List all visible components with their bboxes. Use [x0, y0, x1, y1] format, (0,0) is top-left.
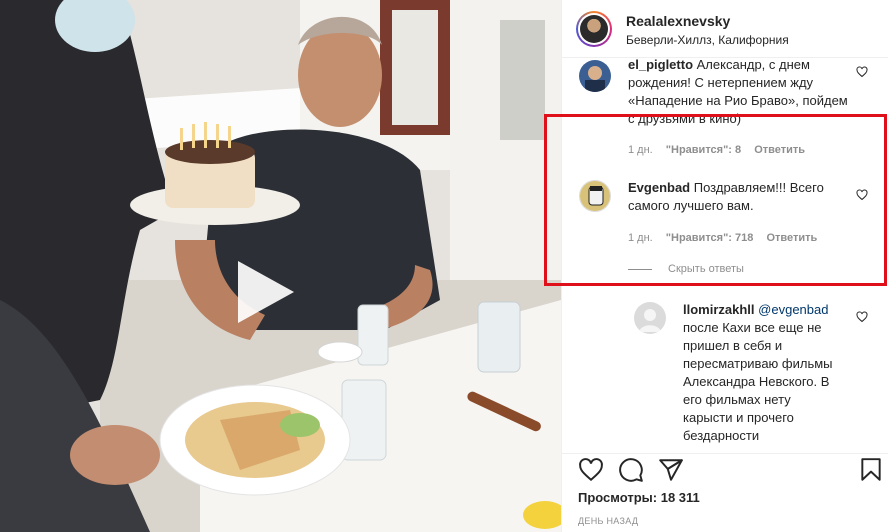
comments-list[interactable]: el_pigletto Александр, с днем рождения! … [562, 58, 888, 453]
heart-icon[interactable] [578, 457, 604, 483]
comment-icon[interactable] [618, 457, 644, 483]
post-header: Realalexnevsky Беверли-Хиллз, Калифорния [562, 0, 888, 58]
profile-username[interactable]: Realalexnevsky [626, 13, 730, 29]
comment-avatar[interactable] [634, 302, 666, 334]
comment-time: 1 дн. [628, 232, 653, 244]
share-icon[interactable] [658, 457, 684, 483]
post-video[interactable] [0, 0, 561, 532]
comment-likes[interactable]: "Нравится": 718 [666, 232, 754, 244]
comment-meta: 1 дн. "Нравится": 718 Ответить [628, 232, 827, 244]
hide-replies-button[interactable]: Скрыть ответы [628, 263, 744, 275]
comment-username[interactable]: Evgenbad [628, 180, 690, 195]
comment-text: Evgenbad Поздравляем!!! Всего самого луч… [628, 179, 850, 215]
post-timestamp[interactable]: ДЕНЬ НАЗАД [578, 516, 638, 526]
comment-body: после Кахи все еще не пришел в себя и пе… [683, 320, 833, 443]
post-side-panel: Realalexnevsky Беверли-Хиллз, Калифорния… [561, 0, 888, 532]
comment-meta: 1 дн. "Нравится": 8 Ответить [628, 144, 815, 156]
post-location[interactable]: Беверли-Хиллз, Калифорния [626, 33, 789, 47]
comment-text: el_pigletto Александр, с днем рождения! … [628, 58, 853, 128]
comment-username[interactable]: el_pigletto [628, 58, 693, 72]
reply-button[interactable]: Ответить [754, 144, 805, 156]
comment-text: llomirzakhll @evgenbad после Кахи все ещ… [683, 301, 843, 445]
views-label: Просмотры: [578, 490, 658, 505]
like-comment-icon[interactable] [856, 189, 868, 201]
comment-time: 1 дн. [628, 144, 653, 156]
like-comment-icon[interactable] [856, 311, 868, 323]
bookmark-icon[interactable] [858, 457, 884, 483]
views-number: 18 311 [660, 490, 700, 505]
post-actions: Просмотры: 18 311 ДЕНЬ НАЗАД [562, 453, 888, 532]
comment-avatar[interactable] [579, 60, 611, 92]
comment-avatar[interactable] [579, 180, 611, 212]
play-button[interactable] [226, 255, 300, 329]
reply-button[interactable]: Ответить [766, 232, 817, 244]
profile-avatar[interactable] [576, 11, 612, 47]
comment-mention[interactable]: @evgenbad [758, 302, 828, 317]
hide-replies-label: Скрыть ответы [668, 263, 744, 275]
views-count[interactable]: Просмотры: 18 311 [578, 490, 700, 505]
like-comment-icon[interactable] [856, 66, 868, 78]
play-icon [238, 261, 294, 323]
comment-username[interactable]: llomirzakhll [683, 302, 755, 317]
comment-likes[interactable]: "Нравится": 8 [666, 144, 741, 156]
